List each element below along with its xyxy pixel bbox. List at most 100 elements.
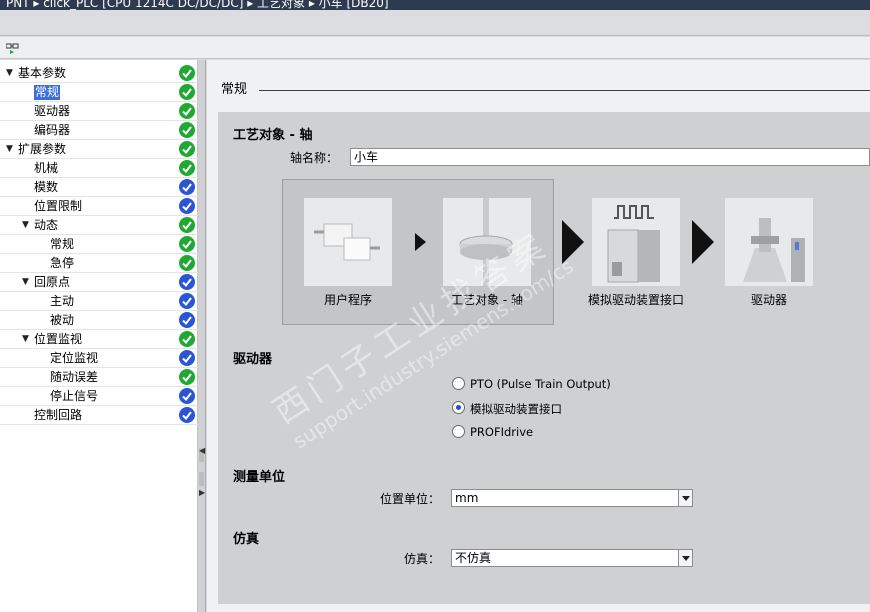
drive-option-profidrive-radio[interactable]: [452, 425, 465, 438]
simulation-value: 不仿真: [455, 551, 492, 565]
flow-arrow-icon: [562, 220, 584, 264]
tab-strip: [0, 10, 870, 36]
tree-item-label: 模数: [34, 180, 59, 194]
status-info-icon: [179, 198, 195, 214]
expand-right-icon[interactable]: ▶: [199, 488, 205, 497]
axis-object-icon: [443, 198, 531, 286]
status-ok-icon: [179, 369, 195, 385]
tree-item-label: 随动误差: [50, 370, 99, 384]
status-ok-icon: [179, 141, 195, 157]
diagram-label-axis: 工艺对象 - 轴: [451, 293, 523, 307]
section-divider: [259, 90, 870, 91]
expand-arrow-icon[interactable]: ▼: [22, 277, 29, 287]
tree-item[interactable]: 常规: [0, 83, 198, 102]
simulation-label: 仿真：: [403, 552, 440, 566]
tree-item-label: 主动: [50, 294, 75, 308]
diagram-label-drive: 驱动器: [750, 293, 787, 307]
tree-item[interactable]: 停止信号: [0, 387, 198, 406]
status-info-icon: [179, 388, 195, 404]
flow-arrow-icon: [692, 220, 714, 264]
tree-item[interactable]: 常规: [0, 235, 198, 254]
user-program-icon: [304, 198, 392, 286]
axis-name-field[interactable]: 小车: [350, 148, 870, 166]
expand-arrow-icon[interactable]: ▼: [22, 220, 29, 230]
drive-option-profidrive-label[interactable]: PROFIdrive: [470, 425, 533, 439]
drive-heading: 驱动器: [233, 352, 273, 367]
status-ok-icon: [179, 217, 195, 233]
simulation-select[interactable]: 不仿真: [451, 549, 693, 567]
tree-item-label: 控制回路: [34, 408, 83, 422]
analog-drive-interface-icon: [592, 198, 680, 286]
diagram-label-analog-interface: 模拟驱动装置接口: [587, 293, 684, 307]
tree-item-label: 被动: [50, 313, 75, 327]
status-info-icon: [179, 312, 195, 328]
status-info-icon: [179, 179, 195, 195]
tree-item[interactable]: ▼ 扩展参数: [0, 140, 198, 159]
drive-option-analog-label[interactable]: 模拟驱动装置接口: [470, 401, 562, 417]
tree-item[interactable]: 定位监视: [0, 349, 198, 368]
status-info-icon: [179, 407, 195, 423]
tree-item-label: 驱动器: [34, 104, 71, 118]
status-info-icon: [179, 274, 195, 290]
tree-item[interactable]: 驱动器: [0, 102, 198, 121]
status-ok-icon: [179, 103, 195, 119]
position-unit-value: mm: [455, 491, 479, 505]
chevron-down-icon[interactable]: [678, 550, 692, 566]
tree-item-label: 编码器: [34, 123, 71, 137]
units-heading: 测量单位: [233, 470, 286, 485]
tree-item-label: 常规: [34, 85, 61, 100]
drive-option-pto-radio[interactable]: [452, 377, 465, 390]
status-ok-icon: [179, 84, 195, 100]
toolbar: [0, 37, 870, 59]
tree-item[interactable]: ▼ 位置监视: [0, 330, 198, 349]
status-ok-icon: [179, 236, 195, 252]
window-title: PNT ▸ click_PLC [CPU 1214C DC/DC/DC] ▸ 工…: [6, 0, 389, 10]
position-unit-select[interactable]: mm: [451, 489, 693, 507]
tree-item[interactable]: 编码器: [0, 121, 198, 140]
tree-item-label: 位置监视: [34, 332, 83, 346]
collapse-left-icon[interactable]: ◀: [199, 446, 205, 455]
tree-item[interactable]: 被动: [0, 311, 198, 330]
tech-object-heading: 工艺对象 - 轴: [233, 128, 313, 143]
navigation-tree: ▼ 基本参数 常规 驱动器 编码器 ▼ 扩展参数 机械 模数 位置限制 ▼ 动态 常规 急停 ▼ 回原点 主动被…: [0, 60, 198, 612]
position-unit-label: 位置单位：: [379, 492, 440, 506]
tree-item[interactable]: 主动: [0, 292, 198, 311]
expand-arrow-icon[interactable]: ▼: [22, 334, 29, 344]
status-info-icon: [179, 350, 195, 366]
drive-option-pto-label[interactable]: PTO (Pulse Train Output): [470, 377, 611, 391]
properties-panel: 常规 工艺对象 - 轴 轴名称： 小车 用户程序 工艺对象 - 轴 模拟驱动装置…: [207, 60, 870, 612]
panel-splitter[interactable]: ◀ ▶: [198, 60, 206, 612]
tree-item[interactable]: 控制回路: [0, 406, 198, 425]
general-panel: 工艺对象 - 轴 轴名称： 小车 用户程序 工艺对象 - 轴 模拟驱动装置接口 …: [218, 112, 870, 604]
status-ok-icon: [179, 65, 195, 81]
tree-item-label: 定位监视: [50, 351, 99, 365]
tree-item[interactable]: 急停: [0, 254, 198, 273]
tree-item[interactable]: ▼ 回原点: [0, 273, 198, 292]
chevron-down-icon[interactable]: [678, 490, 692, 506]
overview-icon[interactable]: [6, 40, 22, 56]
axis-name-label: 轴名称：: [289, 151, 338, 165]
tree-item-label: 位置限制: [34, 199, 83, 213]
simulation-heading: 仿真: [233, 532, 260, 547]
tree-item-label: 停止信号: [50, 389, 99, 403]
diagram-label-user-program: 用户程序: [323, 293, 372, 307]
expand-arrow-icon[interactable]: ▼: [6, 144, 13, 154]
status-ok-icon: [179, 122, 195, 138]
tree-item[interactable]: ▼ 动态: [0, 216, 198, 235]
tree-item[interactable]: 机械: [0, 159, 198, 178]
tree-item[interactable]: 随动误差: [0, 368, 198, 387]
drive-option-analog-radio[interactable]: [452, 401, 465, 414]
section-title: 常规: [221, 82, 248, 97]
tree-item-label: 回原点: [34, 275, 71, 289]
status-ok-icon: [179, 331, 195, 347]
tree-item[interactable]: 位置限制: [0, 197, 198, 216]
splitter-handle[interactable]: [199, 472, 204, 486]
drive-icon: [725, 198, 813, 286]
tree-item-label: 机械: [34, 161, 59, 175]
status-info-icon: [179, 293, 195, 309]
tree-item-label: 动态: [34, 218, 59, 232]
tree-item-label: 急停: [50, 256, 75, 270]
tree-item[interactable]: 模数: [0, 178, 198, 197]
expand-arrow-icon[interactable]: ▼: [6, 68, 13, 78]
tree-item[interactable]: ▼ 基本参数: [0, 64, 198, 83]
